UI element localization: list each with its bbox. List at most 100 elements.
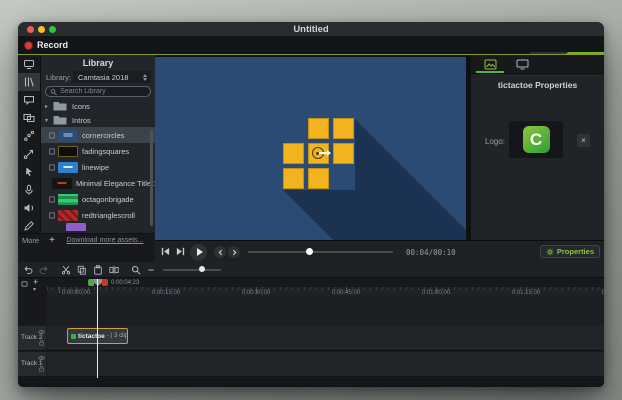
playback-scrubber[interactable] [248, 251, 393, 253]
step-forward-button[interactable] [175, 246, 186, 257]
play-button[interactable] [190, 244, 207, 261]
cut-button[interactable] [61, 265, 71, 275]
library-item-label: cornercircles [82, 131, 125, 140]
stage-square[interactable] [333, 143, 354, 164]
ruler-label: 0:01:00;00 [412, 290, 460, 296]
sidebar-item-annotations[interactable] [18, 91, 40, 109]
library-item-label: Minimal Elegance Title 1 [76, 179, 157, 188]
zoom-out-icon[interactable] [147, 266, 155, 274]
sidebar-item-audio-effects[interactable] [18, 199, 40, 217]
sidebar-item-media[interactable] [18, 55, 40, 73]
download-more-assets-link[interactable]: Download more assets... [55, 237, 155, 244]
media-item-icon [49, 196, 55, 203]
redo-button[interactable] [39, 265, 49, 275]
stage[interactable] [155, 57, 466, 240]
eye-icon[interactable] [38, 355, 45, 361]
sidebar-item-library[interactable] [18, 73, 40, 91]
tab-media-properties[interactable] [506, 55, 538, 73]
track-area-gap[interactable] [47, 296, 604, 326]
play-icon [197, 248, 203, 256]
sidebar-more-button[interactable]: More [22, 236, 39, 245]
tool-sidebar [18, 55, 40, 233]
previous-clip-button[interactable] [214, 246, 226, 258]
search-input[interactable] [60, 88, 146, 95]
library-item-label: redtrianglescroll [82, 211, 135, 220]
collapse-tracks-icon[interactable]: ▾ [33, 286, 36, 293]
lock-icon[interactable] [38, 339, 45, 346]
stage-square[interactable] [308, 118, 329, 139]
ruler-label: 0:01:15;00 [502, 290, 550, 296]
media-item-icon [49, 212, 55, 219]
ruler-label: 0:00:00;00 [52, 290, 100, 296]
library-item-fadingsquares[interactable]: fadingsquares [41, 143, 152, 159]
sidebar-item-behaviors[interactable] [18, 127, 40, 145]
timeline-zoom-slider[interactable] [163, 269, 221, 271]
library-item-partial-thumbnail[interactable] [66, 223, 86, 231]
library-folder-icons[interactable]: ▸ Icons [41, 99, 152, 113]
timeline-ruler[interactable]: 0:00:00;00 0:00:15;00 0:00:30;00 0:00:45… [47, 287, 604, 296]
main-toolbar: Record 83% Sign In [18, 36, 604, 54]
window-title: Untitled [18, 24, 604, 35]
zoom-timeline-icon[interactable] [131, 265, 141, 275]
playhead-line[interactable] [97, 279, 98, 378]
step-back-button[interactable] [160, 246, 171, 257]
timeline-zoom-handle[interactable] [199, 266, 205, 272]
properties-toggle-button[interactable]: Properties [540, 245, 600, 258]
timeline: + ▾ 0:00:00;00 0:00:15;00 0:00:30;00 0:0… [18, 262, 604, 387]
stage-square[interactable] [308, 168, 329, 189]
sidebar-item-voice-narration[interactable] [18, 181, 40, 199]
tree-expanded-icon[interactable]: ▾ [45, 117, 51, 124]
library-select-label: Library: [46, 73, 71, 82]
library-item-octagonbrigade[interactable]: octagonbrigade [41, 191, 152, 207]
record-icon [24, 41, 33, 50]
track-header-track1[interactable]: Track 1 [18, 352, 46, 377]
library-item-linewipe[interactable]: linewipe [41, 159, 152, 175]
ruler-label: 0:00:30;00 [232, 290, 280, 296]
timeline-toolbar [18, 262, 604, 278]
paste-button[interactable] [93, 265, 103, 275]
library-search[interactable] [45, 86, 151, 97]
copy-button[interactable] [77, 265, 87, 275]
track-lane-track1[interactable] [47, 352, 604, 377]
track-options-icon[interactable] [21, 281, 28, 287]
record-button[interactable]: Record [24, 38, 68, 52]
lock-icon[interactable] [38, 365, 45, 372]
sidebar-item-transitions[interactable] [18, 109, 40, 127]
monitor-icon [516, 59, 529, 70]
library-item-minimal-elegance[interactable]: Minimal Elegance Title 1 [41, 175, 152, 191]
title-bar[interactable]: Untitled [18, 22, 604, 37]
selection-in-handle[interactable] [88, 279, 94, 286]
tab-visual-properties[interactable] [474, 55, 506, 73]
library-item-cornercircles[interactable]: cornercircles [41, 127, 156, 143]
selection-out-handle[interactable] [102, 279, 108, 286]
sidebar-item-animations[interactable] [18, 145, 40, 163]
library-folder-intros[interactable]: ▾ Intros [41, 113, 152, 127]
media-item-icon [49, 164, 55, 171]
clip-info: - ( 3 clips ) [107, 333, 128, 339]
library-item-thumbnail [58, 130, 78, 141]
track-lane-track2[interactable]: tictactoe - ( 3 clips ) [47, 326, 604, 351]
eye-icon[interactable] [38, 329, 45, 335]
playback-scrubber-handle[interactable] [306, 248, 313, 255]
split-button[interactable] [109, 265, 119, 275]
tree-collapsed-icon[interactable]: ▸ [45, 103, 51, 110]
library-scrollbar[interactable] [150, 130, 153, 226]
search-icon [50, 88, 57, 96]
stage-square[interactable] [283, 168, 304, 189]
track-header-track2[interactable]: Track 2 [18, 326, 46, 351]
sidebar-item-cursor-effects[interactable] [18, 163, 40, 181]
stage-square[interactable] [283, 143, 304, 164]
undo-button[interactable] [23, 265, 33, 275]
library-select[interactable]: Camtasia 2018 [73, 71, 151, 83]
next-clip-button[interactable] [228, 246, 240, 258]
stage-square[interactable] [333, 118, 354, 139]
clip-name: tictactoe [78, 333, 105, 340]
library-item-redtrianglescroll[interactable]: redtrianglescroll [41, 207, 152, 223]
library-select-value: Camtasia 2018 [73, 73, 143, 82]
cursor-arrow-stem [319, 152, 327, 154]
remove-logo-button[interactable]: × [577, 134, 590, 147]
playhead-time-label: 0:00:04;23 [111, 280, 139, 286]
logo-preview-well[interactable]: C [509, 121, 563, 158]
ruler-label: 0:00:15;00 [142, 290, 190, 296]
library-item-thumbnail [52, 178, 72, 189]
